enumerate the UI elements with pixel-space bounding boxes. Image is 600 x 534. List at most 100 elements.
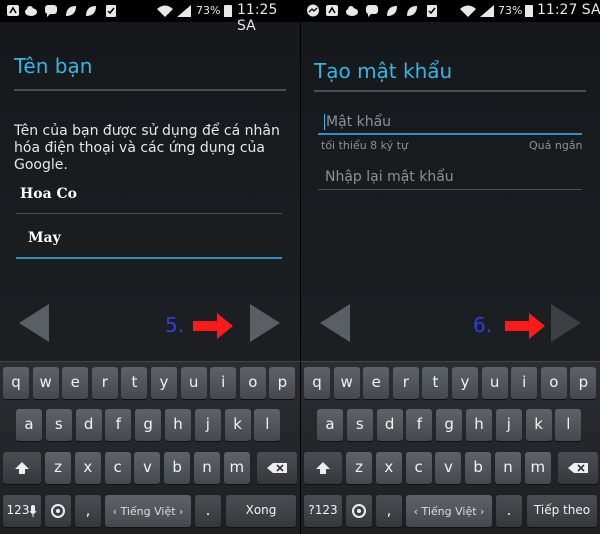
key-i[interactable]: i xyxy=(210,367,237,399)
delete-key[interactable] xyxy=(558,452,598,484)
space-key-label: ‹ Tiếng Việt › xyxy=(112,505,184,518)
action-key[interactable]: Xong xyxy=(226,495,296,527)
symbols-key[interactable]: 123 xyxy=(3,495,41,527)
password-input[interactable]: Mật khẩu xyxy=(326,114,391,130)
key-a[interactable]: a xyxy=(16,409,42,441)
key-e[interactable]: e xyxy=(363,367,390,399)
symbols-key-label: ?123 xyxy=(308,503,338,517)
step-number: 5. xyxy=(165,313,185,337)
shift-key[interactable] xyxy=(304,452,342,484)
period-key[interactable]: . xyxy=(195,495,221,527)
key-y[interactable]: y xyxy=(452,367,478,399)
key-v[interactable]: v xyxy=(435,452,462,484)
key-p[interactable]: p xyxy=(269,367,296,399)
key-j[interactable]: j xyxy=(194,409,221,441)
first-name-underline xyxy=(16,213,282,214)
backspace-icon xyxy=(267,462,287,473)
delete-key[interactable] xyxy=(257,452,297,484)
action-key[interactable]: Tiếp theo xyxy=(527,495,597,527)
signal-icon xyxy=(480,5,494,17)
key-h[interactable]: h xyxy=(165,409,191,441)
settings-key[interactable] xyxy=(346,495,372,527)
first-name-input[interactable]: Hoa Co xyxy=(20,186,77,202)
key-o[interactable]: o xyxy=(540,367,567,399)
key-d[interactable]: d xyxy=(75,409,102,441)
clipboard-check-icon xyxy=(427,5,437,17)
key-u[interactable]: u xyxy=(180,367,207,399)
password-strength: Quá ngắn xyxy=(529,139,583,152)
cloud-icon xyxy=(346,6,358,16)
period-key[interactable]: . xyxy=(496,495,522,527)
key-r[interactable]: r xyxy=(91,367,118,399)
key-j[interactable]: j xyxy=(495,409,522,441)
key-o[interactable]: o xyxy=(239,367,266,399)
key-w[interactable]: w xyxy=(32,367,59,399)
next-arrow-icon[interactable] xyxy=(549,302,583,344)
keyboard: q w e r t y u i o p a s d f g h j k l z x c v b n m ?123, ‹ Tiếng V… xyxy=(301,361,600,534)
key-h[interactable]: h xyxy=(466,409,492,441)
key-x[interactable]: x xyxy=(375,452,402,484)
leaf-icon xyxy=(387,6,397,16)
key-i[interactable]: i xyxy=(511,367,538,399)
key-k[interactable]: k xyxy=(224,409,251,441)
key-p[interactable]: p xyxy=(570,367,597,399)
key-z[interactable]: z xyxy=(45,452,71,484)
key-v[interactable]: v xyxy=(134,452,161,484)
message-icon xyxy=(45,5,57,17)
key-l[interactable]: l xyxy=(555,409,582,441)
confirm-password-input[interactable]: Nhập lại mật khẩu xyxy=(325,169,454,185)
step-number: 6. xyxy=(473,313,493,337)
key-q[interactable]: q xyxy=(304,367,330,399)
key-f[interactable]: f xyxy=(105,409,132,441)
key-f[interactable]: f xyxy=(406,409,433,441)
page-title: Tên bạn xyxy=(14,54,93,78)
key-g[interactable]: g xyxy=(436,409,463,441)
key-y[interactable]: y xyxy=(151,367,177,399)
key-w[interactable]: w xyxy=(333,367,360,399)
key-l[interactable]: l xyxy=(254,409,281,441)
key-s[interactable]: s xyxy=(346,409,373,441)
next-arrow-icon[interactable] xyxy=(248,302,282,344)
key-s[interactable]: s xyxy=(45,409,72,441)
back-arrow-icon[interactable] xyxy=(318,302,352,344)
key-c[interactable]: c xyxy=(405,452,432,484)
last-name-input[interactable]: May xyxy=(28,230,61,246)
shift-icon xyxy=(316,461,330,474)
key-m[interactable]: m xyxy=(223,452,250,484)
key-d[interactable]: d xyxy=(376,409,403,441)
comma-key[interactable]: , xyxy=(376,495,402,527)
space-key[interactable]: ‹ Tiếng Việt › xyxy=(105,495,191,527)
key-e[interactable]: e xyxy=(62,367,89,399)
backspace-icon xyxy=(568,462,588,473)
text-cursor xyxy=(324,114,325,130)
key-c[interactable]: c xyxy=(104,452,131,484)
key-n[interactable]: n xyxy=(495,452,521,484)
key-g[interactable]: g xyxy=(135,409,162,441)
key-u[interactable]: u xyxy=(481,367,508,399)
settings-key[interactable] xyxy=(45,495,71,527)
comma-key[interactable]: , xyxy=(75,495,101,527)
key-a[interactable]: a xyxy=(317,409,343,441)
key-z[interactable]: z xyxy=(346,452,372,484)
key-b[interactable]: b xyxy=(164,452,191,484)
back-arrow-icon[interactable] xyxy=(17,302,51,344)
key-k[interactable]: k xyxy=(525,409,552,441)
confirm-password-underline xyxy=(318,189,582,190)
symbols-key-label: 123 xyxy=(6,503,30,517)
clock: 11:27 SA xyxy=(537,2,600,18)
key-r[interactable]: r xyxy=(392,367,419,399)
signal-icon xyxy=(177,5,191,17)
red-pointer-arrow-icon xyxy=(505,313,545,339)
leaf-icon-2 xyxy=(407,6,417,16)
key-m[interactable]: m xyxy=(524,452,551,484)
key-q[interactable]: q xyxy=(3,367,29,399)
space-key[interactable]: ‹ Tiếng Việt › xyxy=(406,495,492,527)
key-x[interactable]: x xyxy=(74,452,101,484)
shift-key[interactable] xyxy=(3,452,41,484)
battery-icon xyxy=(525,5,533,17)
symbols-key[interactable]: ?123 xyxy=(304,495,342,527)
key-t[interactable]: t xyxy=(422,367,449,399)
key-n[interactable]: n xyxy=(194,452,220,484)
key-t[interactable]: t xyxy=(121,367,148,399)
key-b[interactable]: b xyxy=(465,452,492,484)
